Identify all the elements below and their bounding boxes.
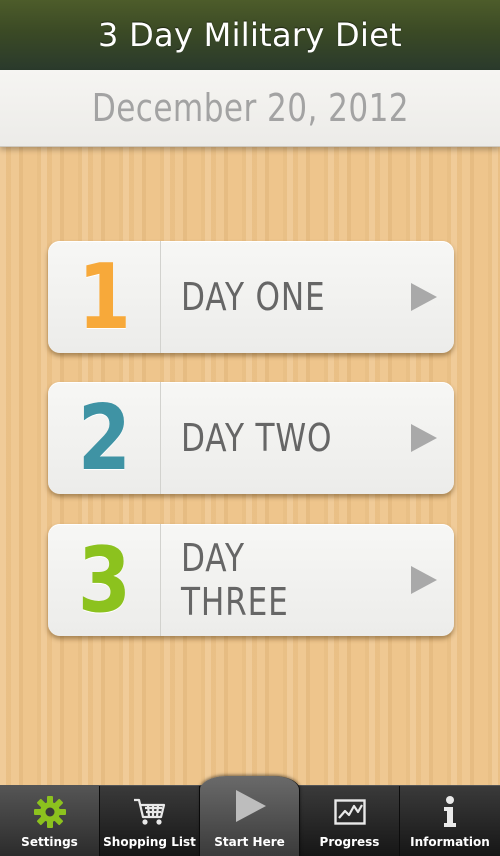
day-label: DAY TWO: [181, 416, 333, 460]
current-date: December 20, 2012: [91, 86, 409, 130]
tab-shopping-list[interactable]: Shopping List: [100, 786, 200, 856]
day-number: 3: [77, 527, 131, 633]
day-two-button[interactable]: 2 DAY TWO: [48, 382, 454, 494]
play-icon: [235, 790, 266, 822]
tab-bar: Settings Shopping List Start Here Progre…: [0, 776, 500, 856]
gear-icon: [33, 796, 66, 828]
date-bar: December 20, 2012: [0, 70, 500, 147]
day-one-button[interactable]: 1 DAY ONE: [48, 241, 454, 353]
tab-settings[interactable]: Settings: [0, 786, 100, 856]
tab-label: Shopping List: [103, 835, 196, 849]
tab-label: Information: [410, 835, 490, 849]
tab-progress[interactable]: Progress: [300, 786, 400, 856]
day-number-cell: 1: [48, 241, 161, 353]
tab-label: Settings: [21, 835, 78, 849]
title-bar: 3 Day Military Diet: [0, 0, 500, 70]
day-number-cell: 2: [48, 382, 161, 494]
arrow-right-icon: [394, 382, 454, 494]
day-label: DAY ONE: [181, 275, 326, 319]
day-three-button[interactable]: 3 DAY THREE: [48, 524, 454, 636]
arrow-right-icon: [394, 524, 454, 636]
tab-information[interactable]: Information: [400, 786, 500, 856]
day-label: DAY THREE: [181, 536, 289, 624]
chart-icon: [333, 799, 366, 825]
arrow-right-icon: [394, 241, 454, 353]
shopping-cart-icon: [133, 798, 165, 825]
tab-start-here[interactable]: Start Here: [200, 776, 300, 856]
day-number-cell: 3: [48, 524, 161, 636]
info-icon: [444, 796, 456, 827]
day-number: 2: [77, 385, 131, 491]
day-number: 1: [77, 244, 131, 350]
app-title: 3 Day Military Diet: [97, 16, 403, 54]
tab-label: Progress: [319, 835, 380, 849]
tab-label: Start Here: [214, 835, 285, 849]
